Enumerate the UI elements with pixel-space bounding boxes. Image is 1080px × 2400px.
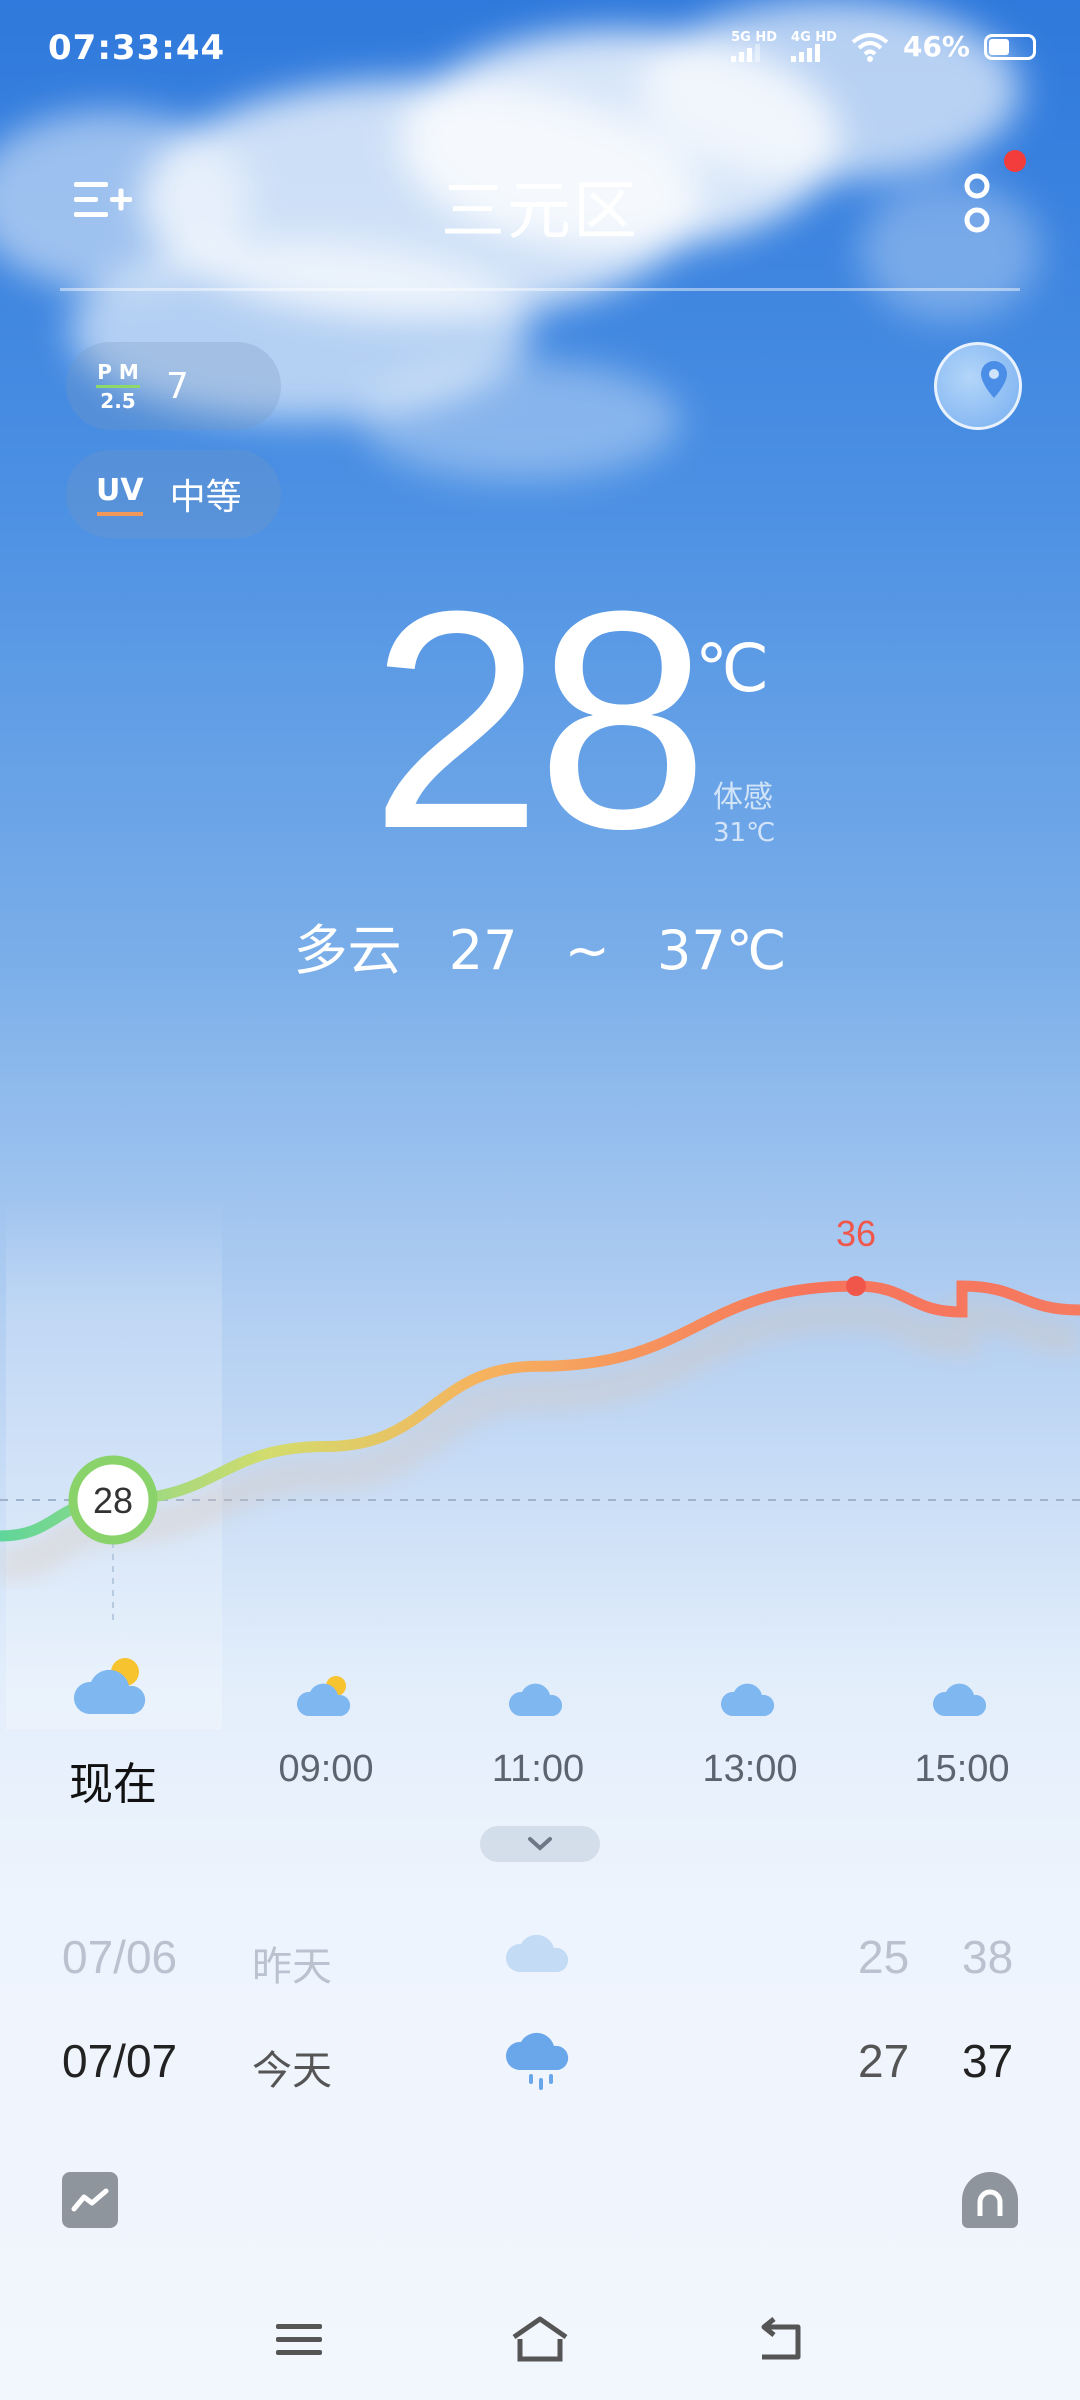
system-nav-bar (0, 2300, 1080, 2380)
signal-5g: 5G HD (731, 31, 777, 62)
pm25-chip[interactable]: P M 2.5 7 (66, 342, 281, 430)
city-title[interactable]: 三元区 (0, 160, 1080, 252)
pm25-label: P M 2.5 (96, 359, 140, 413)
back-icon (761, 2317, 801, 2360)
notification-dot (1004, 150, 1026, 172)
max-temp-label: 36 (836, 1213, 876, 1254)
battery-percent: 46% (902, 30, 970, 63)
temperature-range: 27 ~ 37℃ (448, 919, 787, 982)
daily-date: 07/06 (62, 1931, 178, 1983)
cloud-icon (862, 1650, 1062, 1720)
status-icons: 5G HD 4G HD 46% (731, 30, 1036, 63)
location-pin-icon (981, 361, 1007, 398)
uv-value: 中等 (169, 477, 242, 518)
rain-icon (505, 2030, 575, 2107)
daily-high: 37 (962, 2035, 1014, 2087)
hour-item-0900[interactable]: 09:00 (226, 1650, 426, 1791)
signal-4g: 4G HD (791, 31, 837, 62)
feels-like-value: 31℃ (713, 818, 776, 848)
home-icon (512, 2316, 568, 2362)
max-temp-point (846, 1276, 866, 1296)
hour-item-1300[interactable]: 13:00 (650, 1650, 850, 1791)
home-button[interactable] (505, 2310, 575, 2370)
condition-text: 多云 (293, 919, 402, 982)
signal-bars-icon (731, 44, 761, 62)
cloud-icon (438, 1650, 638, 1720)
signal-bars-icon (791, 44, 821, 62)
daily-row-yesterday[interactable]: 07/06 昨天 25 38 (0, 1930, 1080, 2010)
uv-label: UV (96, 473, 144, 516)
status-time: 07:33:44 (48, 28, 226, 68)
arch-icon (977, 2189, 1003, 2216)
hour-item-1100[interactable]: 11:00 (438, 1650, 638, 1791)
battery-icon (984, 33, 1036, 60)
partly-cloudy-icon (13, 1650, 213, 1720)
hour-item-1500[interactable]: 15:00 (862, 1650, 1062, 1791)
hourly-forecast: 现在 09:00 11:00 13:00 15:00 (0, 1650, 1080, 1810)
more-options-icon[interactable] (960, 172, 994, 236)
hour-item-now[interactable]: 现在 (13, 1650, 213, 1812)
cloud-icon (650, 1650, 850, 1720)
condition-summary: 多云 27 ~ 37℃ (0, 906, 1080, 985)
expand-button[interactable] (480, 1826, 600, 1862)
status-bar: 07:33:44 5G HD 4G HD 46% (0, 0, 1080, 100)
back-button[interactable] (746, 2310, 816, 2370)
daily-low: 25 (858, 1931, 910, 1983)
daily-row-today[interactable]: 07/07 今天 27 37 (0, 2032, 1080, 2114)
recent-apps-button[interactable] (264, 2310, 334, 2370)
daily-date: 07/07 (62, 2035, 178, 2087)
chevron-down-icon (528, 1837, 552, 1851)
map-button[interactable] (934, 342, 1022, 430)
feels-like-label: 体感 (713, 780, 773, 815)
home-widget-button[interactable] (962, 2172, 1018, 2228)
cloud-icon (505, 1926, 575, 1993)
hourly-temperature-chart: 28 36 (0, 1213, 1080, 1620)
menu-icon (276, 2324, 322, 2355)
header-divider (60, 288, 1020, 291)
wifi-icon (851, 32, 889, 62)
trend-chart-button[interactable] (62, 2172, 118, 2228)
current-temp-point-label: 28 (93, 1480, 133, 1521)
curve-shadow (0, 1296, 1080, 1581)
daily-name: 昨天 (252, 1944, 332, 1990)
pm25-value: 7 (166, 365, 189, 407)
temperature-unit: ℃ (695, 630, 770, 707)
daily-high: 38 (962, 1931, 1014, 1983)
current-temperature: 28 (370, 546, 709, 893)
daily-low: 27 (858, 2035, 910, 2087)
trend-chart-icon (71, 2188, 109, 2212)
uv-chip[interactable]: UV 中等 (66, 450, 281, 538)
daily-name: 今天 (252, 2048, 332, 2094)
partly-cloudy-icon (226, 1650, 426, 1720)
